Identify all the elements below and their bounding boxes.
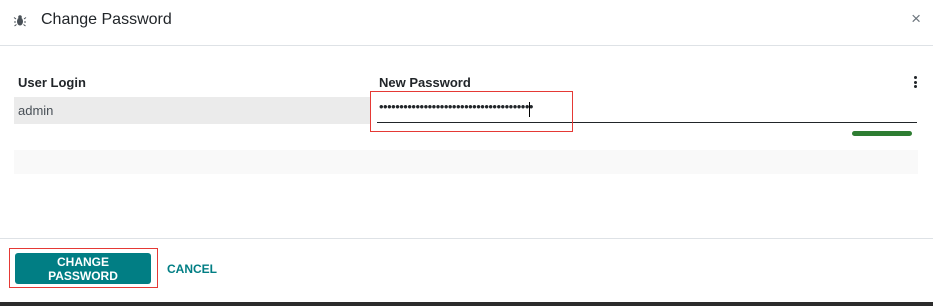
- bug-icon: [13, 15, 27, 27]
- close-icon[interactable]: ×: [911, 10, 921, 28]
- table-empty-row: [14, 150, 918, 174]
- dialog-title: Change Password: [41, 11, 172, 28]
- user-login-cell: admin: [18, 103, 54, 118]
- column-header-user-login[interactable]: User Login: [18, 75, 86, 90]
- optional-columns-icon[interactable]: [914, 76, 918, 88]
- password-strength-meter: [852, 131, 912, 136]
- window-bottom-edge: [0, 302, 933, 306]
- cancel-button[interactable]: CANCEL: [167, 262, 217, 276]
- highlight-box-button: [9, 248, 158, 288]
- column-header-new-password[interactable]: New Password: [379, 75, 471, 90]
- change-password-dialog: Change Password × User Login New Passwor…: [0, 0, 933, 306]
- highlight-box-password: [370, 91, 573, 132]
- dialog-header: Change Password ×: [0, 0, 933, 46]
